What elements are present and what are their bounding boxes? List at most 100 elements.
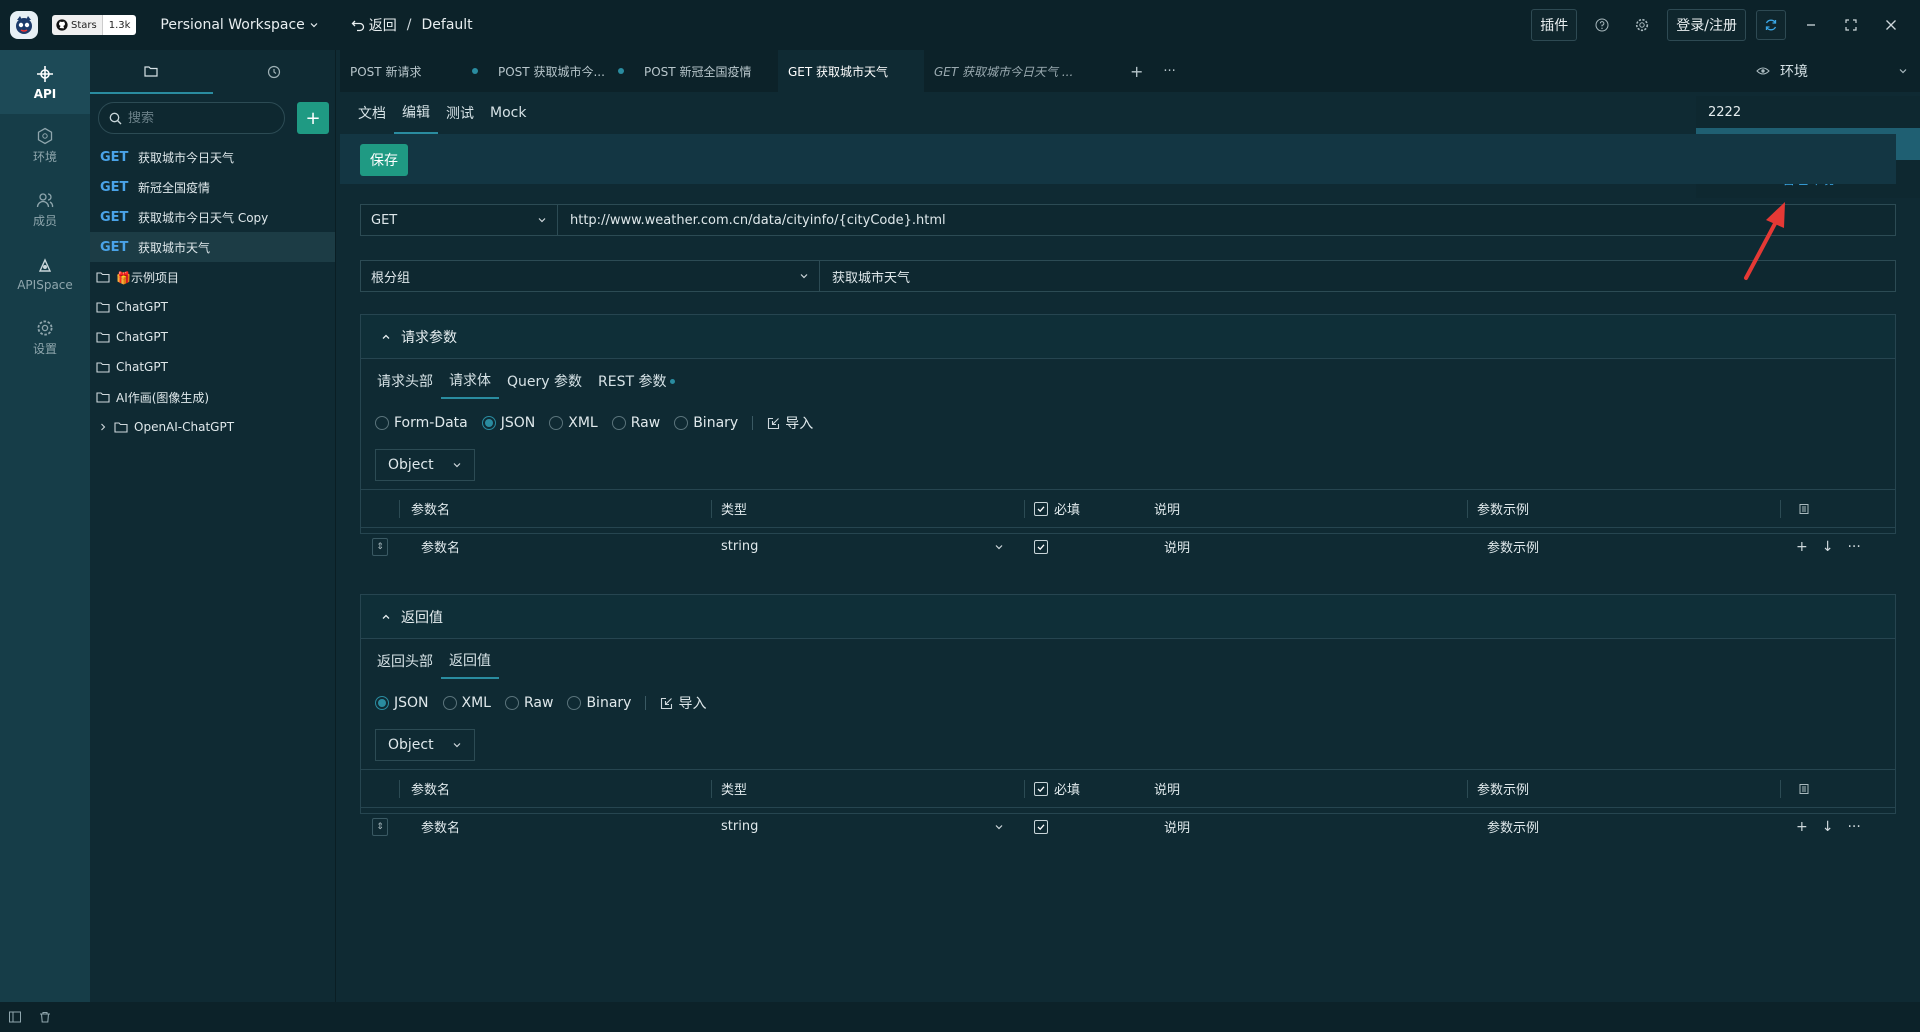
tree-folder-collapsed[interactable]: OpenAI-ChatGPT	[90, 412, 335, 442]
param-type-select[interactable]: string	[711, 808, 1024, 845]
workspace-selector[interactable]: Persional Workspace	[160, 17, 318, 33]
tab-rest-params[interactable]: REST 参数	[590, 363, 683, 399]
param-desc-cell[interactable]: 说明	[1154, 808, 1467, 845]
radio-xml[interactable]: XML	[442, 695, 491, 711]
more-icon[interactable]: ···	[1847, 539, 1860, 555]
minimize-icon[interactable]	[1796, 10, 1826, 40]
request-tab[interactable]: POST 新请求	[340, 50, 488, 92]
required-checkbox[interactable]	[1034, 819, 1048, 834]
subtab-mock[interactable]: Mock	[482, 92, 534, 134]
root-type-select[interactable]: Object	[375, 449, 475, 481]
plugin-button[interactable]: 插件	[1531, 9, 1578, 41]
col-header-name: 参数名	[399, 770, 711, 807]
add-child-icon[interactable]: ↓	[1822, 539, 1834, 555]
radio-json[interactable]: JSON	[481, 415, 535, 431]
add-row-icon[interactable]: +	[1796, 539, 1808, 555]
tab-request-headers[interactable]: 请求头部	[369, 363, 441, 399]
more-icon[interactable]: ···	[1847, 819, 1860, 835]
radio-binary[interactable]: Binary	[674, 415, 738, 431]
rail-item-api[interactable]: API	[0, 50, 90, 114]
tree-folder[interactable]: ChatGPT	[90, 322, 335, 352]
drag-handle-icon[interactable]: ⇕	[372, 817, 388, 836]
tree-item-api[interactable]: GET 新冠全国疫情	[90, 172, 335, 202]
app-logo[interactable]	[10, 11, 38, 39]
tab-query-params[interactable]: Query 参数	[499, 363, 590, 399]
login-register-button[interactable]: 登录/注册	[1667, 9, 1746, 41]
rail-item-apispace[interactable]: APISpace	[0, 242, 90, 306]
tree-item-api[interactable]: GET 获取城市今日天气 Copy	[90, 202, 335, 232]
column-settings-icon[interactable]	[1798, 503, 1810, 515]
tab-response-body[interactable]: 返回值	[441, 643, 499, 679]
request-tab[interactable]: POST 获取城市今...	[488, 50, 634, 92]
tree-folder[interactable]: ChatGPT	[90, 352, 335, 382]
radio-raw[interactable]: Raw	[505, 695, 553, 711]
param-desc-cell[interactable]: 说明	[1154, 528, 1467, 565]
environment-selector[interactable]: 环境	[1740, 50, 1920, 92]
param-name-cell[interactable]: 参数名	[399, 808, 711, 845]
group-select[interactable]: 根分组	[360, 260, 820, 292]
add-api-button[interactable]: +	[297, 102, 329, 134]
tree-folder[interactable]: 🎁示例项目	[90, 262, 335, 292]
radio-binary[interactable]: Binary	[567, 695, 631, 711]
url-field[interactable]	[558, 204, 1896, 236]
request-tab-active[interactable]: GET 获取城市天气	[778, 50, 924, 92]
param-example-cell[interactable]: 参数示例	[1467, 528, 1780, 565]
tab-api-tree[interactable]	[90, 50, 213, 94]
subtab-edit[interactable]: 编辑	[394, 92, 438, 134]
param-example-cell[interactable]: 参数示例	[1467, 808, 1780, 845]
subtab-test[interactable]: 测试	[438, 92, 482, 134]
radio-form-data[interactable]: Form-Data	[375, 415, 468, 431]
required-all-checkbox[interactable]	[1034, 501, 1048, 516]
subtab-docs[interactable]: 文档	[350, 92, 394, 134]
chevron-down-icon	[453, 743, 461, 748]
response-header[interactable]: 返回值	[361, 595, 1895, 639]
tree-item-api-selected[interactable]: GET 获取城市天气	[90, 232, 335, 262]
more-tabs-button[interactable]: ···	[1153, 50, 1185, 92]
request-tab[interactable]: POST 新冠全国疫情	[634, 50, 778, 92]
search-field[interactable]	[98, 102, 286, 134]
tab-response-headers[interactable]: 返回头部	[369, 643, 441, 679]
tab-request-body[interactable]: 请求体	[441, 363, 499, 399]
github-stars-badge[interactable]: Stars 1.3k	[52, 15, 137, 35]
add-row-icon[interactable]: +	[1796, 819, 1808, 835]
radio-raw[interactable]: Raw	[611, 415, 660, 431]
tree-item-api[interactable]: GET 获取城市今日天气	[90, 142, 335, 172]
import-button[interactable]: 导入	[660, 693, 706, 713]
drag-handle-icon[interactable]: ⇕	[372, 537, 388, 556]
rail-item-members[interactable]: 成员	[0, 178, 90, 242]
request-tab-preview[interactable]: GET 获取城市今日天气 ...	[924, 50, 1120, 92]
column-settings-icon[interactable]	[1798, 783, 1810, 795]
required-checkbox[interactable]	[1034, 539, 1048, 554]
sidebar-toggle-icon[interactable]	[8, 1010, 22, 1024]
param-name-cell[interactable]: 参数名	[399, 528, 711, 565]
tree-folder[interactable]: AI作画(图像生成)	[90, 382, 335, 412]
refresh-icon[interactable]	[1756, 10, 1786, 40]
save-button[interactable]: 保存	[360, 144, 408, 176]
search-input[interactable]	[128, 110, 268, 126]
rail-item-settings[interactable]: 设置	[0, 306, 90, 370]
required-all-checkbox[interactable]	[1034, 781, 1048, 796]
api-name-input[interactable]	[832, 268, 1883, 284]
back-button[interactable]: 返回	[351, 15, 397, 35]
add-child-icon[interactable]: ↓	[1822, 819, 1834, 835]
tab-history[interactable]	[213, 50, 336, 94]
divider	[752, 416, 754, 430]
request-params-header[interactable]: 请求参数	[361, 315, 1895, 359]
tree-folder[interactable]: ChatGPT	[90, 292, 335, 322]
close-icon[interactable]	[1876, 10, 1906, 40]
radio-xml[interactable]: XML	[549, 415, 598, 431]
gear-icon[interactable]	[1627, 10, 1657, 40]
help-icon[interactable]	[1587, 10, 1617, 40]
radio-json[interactable]: JSON	[375, 695, 429, 711]
import-button[interactable]: 导入	[767, 413, 813, 433]
url-input[interactable]	[570, 212, 1883, 228]
trash-icon[interactable]	[38, 1010, 52, 1024]
api-name-field[interactable]	[820, 260, 1896, 292]
method-select[interactable]: GET	[360, 204, 558, 236]
root-type-select[interactable]: Object	[375, 729, 475, 761]
maximize-icon[interactable]	[1836, 10, 1866, 40]
radio-circle-checked	[375, 696, 389, 710]
param-type-select[interactable]: string	[711, 528, 1024, 565]
add-tab-button[interactable]: +	[1120, 50, 1153, 92]
rail-item-environment[interactable]: 环境	[0, 114, 90, 178]
